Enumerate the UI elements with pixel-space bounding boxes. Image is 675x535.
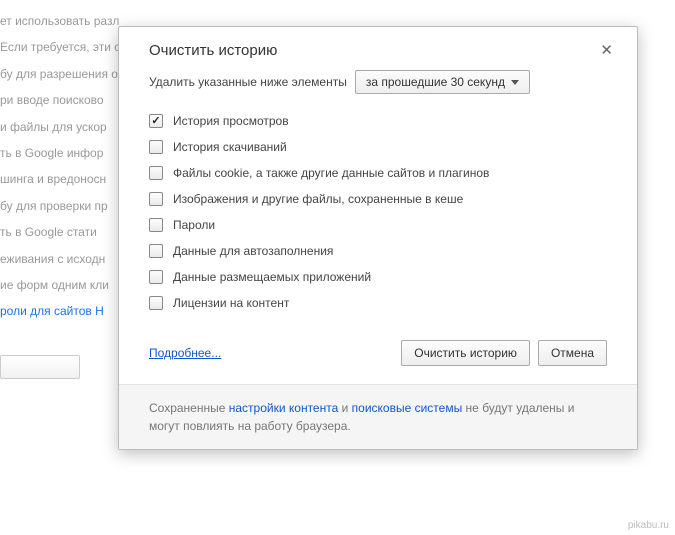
time-range-select[interactable]: за прошедшие 30 секунд [355, 70, 530, 94]
dialog-body: Удалить указанные ниже элементы за проше… [119, 66, 637, 330]
checkbox-content-licenses[interactable] [149, 296, 163, 310]
more-info-link[interactable]: Подробнее... [149, 346, 221, 360]
checkbox-download-history[interactable] [149, 140, 163, 154]
dialog-actions: Подробнее... Очистить историю Отмена [119, 330, 637, 384]
close-icon: ✕ [600, 42, 613, 59]
time-range-row: Удалить указанные ниже элементы за проше… [149, 70, 607, 94]
checkbox-browsing-history[interactable] [149, 114, 163, 128]
time-range-label: Удалить указанные ниже элементы [149, 75, 347, 89]
dialog-footer: Сохраненные настройки контента и поисков… [119, 384, 637, 449]
cancel-button[interactable]: Отмена [538, 340, 607, 366]
clear-history-dialog: Очистить историю ✕ Удалить указанные ниж… [118, 26, 638, 450]
checkbox-label: Лицензии на контент [173, 296, 289, 310]
checkbox-label: История просмотров [173, 114, 289, 128]
checkbox-autofill[interactable] [149, 244, 163, 258]
checkbox-list: История просмотров История скачиваний Фа… [149, 108, 607, 316]
checkbox-cached-images[interactable] [149, 192, 163, 206]
check-item-autofill: Данные для автозаполнения [149, 238, 607, 264]
dialog-header: Очистить историю ✕ [119, 27, 637, 66]
time-range-value: за прошедшие 30 секунд [366, 75, 505, 89]
dialog-title: Очистить историю [149, 42, 277, 59]
check-item-browsing-history: История просмотров [149, 108, 607, 134]
check-item-download-history: История скачиваний [149, 134, 607, 160]
check-item-hosted-apps: Данные размещаемых приложений [149, 264, 607, 290]
background-settings-text: ет использовать различные веб-службы, ко… [0, 0, 120, 379]
checkbox-passwords[interactable] [149, 218, 163, 232]
check-item-content-licenses: Лицензии на контент [149, 290, 607, 316]
close-button[interactable]: ✕ [596, 41, 617, 60]
check-item-cookies: Файлы cookie, а также другие данные сайт… [149, 160, 607, 186]
checkbox-hosted-apps[interactable] [149, 270, 163, 284]
checkbox-label: Файлы cookie, а также другие данные сайт… [173, 166, 489, 180]
checkbox-label: Данные размещаемых приложений [173, 270, 371, 284]
checkbox-label: Данные для автозаполнения [173, 244, 333, 258]
watermark: pikabu.ru [628, 520, 669, 531]
content-settings-link[interactable]: настройки контента [229, 401, 339, 415]
check-item-cached-images: Изображения и другие файлы, сохраненные … [149, 186, 607, 212]
search-engines-link[interactable]: поисковые системы [352, 401, 463, 415]
background-dropdown [0, 355, 80, 379]
checkbox-label: Пароли [173, 218, 215, 232]
checkbox-label: История скачиваний [173, 140, 287, 154]
check-item-passwords: Пароли [149, 212, 607, 238]
button-row: Очистить историю Отмена [401, 340, 607, 366]
checkbox-label: Изображения и другие файлы, сохраненные … [173, 192, 463, 206]
checkbox-cookies[interactable] [149, 166, 163, 180]
chevron-down-icon [511, 80, 519, 85]
clear-history-button[interactable]: Очистить историю [401, 340, 530, 366]
